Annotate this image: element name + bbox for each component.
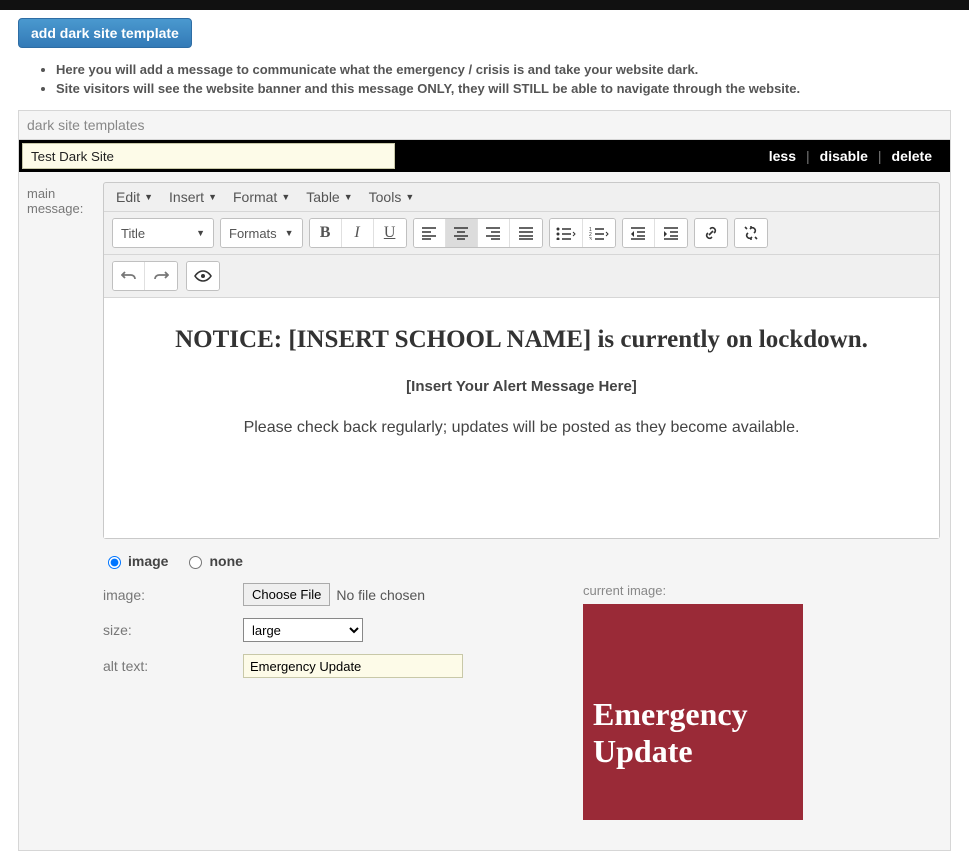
radio-none[interactable]: none (184, 553, 242, 569)
preview-button[interactable] (187, 262, 219, 290)
align-right-button[interactable] (478, 219, 510, 247)
caret-down-icon: ▼ (285, 228, 294, 238)
caret-down-icon: ▼ (281, 192, 290, 202)
bold-icon: B (320, 224, 331, 242)
add-dark-site-template-button[interactable]: add dark site template (18, 18, 192, 48)
link-icon (703, 225, 719, 241)
editor-menubar: Edit▼ Insert▼ Format▼ Table▼ Tools▼ (104, 183, 939, 212)
panel-title: dark site templates (19, 111, 950, 140)
align-justify-icon (518, 226, 534, 240)
caret-down-icon: ▼ (405, 192, 414, 202)
choose-file-button[interactable]: Choose File (243, 583, 330, 606)
bold-button[interactable]: B (310, 219, 342, 247)
undo-icon (121, 269, 137, 283)
menu-edit[interactable]: Edit▼ (116, 189, 153, 205)
alt-text-label: alt text: (103, 654, 243, 674)
current-image-preview: Emergency Update (583, 604, 803, 820)
underline-button[interactable]: U (374, 219, 406, 247)
align-left-icon (421, 226, 437, 240)
undo-button[interactable] (113, 262, 145, 290)
align-right-icon (485, 226, 501, 240)
caret-down-icon: ▼ (208, 192, 217, 202)
formats-select[interactable]: Formats▼ (221, 219, 302, 247)
menu-insert[interactable]: Insert▼ (169, 189, 217, 205)
underline-icon: U (384, 224, 396, 242)
editor-toolbar: Title▼ Formats▼ B I U (104, 212, 939, 255)
editor-toolbar-secondary (104, 255, 939, 298)
indent-icon (663, 226, 679, 240)
disable-link[interactable]: disable (810, 148, 878, 164)
delete-link[interactable]: delete (882, 148, 942, 164)
editor-content-area[interactable]: NOTICE: [INSERT SCHOOL NAME] is currentl… (104, 298, 939, 538)
menu-table[interactable]: Table▼ (306, 189, 352, 205)
redo-icon (153, 269, 169, 283)
menu-format[interactable]: Format▼ (233, 189, 290, 205)
radio-image-input[interactable] (108, 556, 121, 569)
file-status-text: No file chosen (336, 587, 425, 603)
align-center-button[interactable] (446, 219, 478, 247)
alt-text-input[interactable] (243, 654, 463, 678)
templates-panel: dark site templates less | disable | del… (18, 110, 951, 851)
bullet-list-button[interactable] (550, 219, 583, 247)
rich-text-editor: Edit▼ Insert▼ Format▼ Table▼ Tools▼ Titl… (103, 182, 940, 539)
image-mode-radio-group: image none (103, 549, 940, 573)
editor-subheading: [Insert Your Alert Message Here] (130, 378, 913, 395)
bullet-list-icon (556, 226, 576, 240)
menu-tools[interactable]: Tools▼ (369, 189, 415, 205)
block-format-select[interactable]: Title▼ (113, 219, 213, 247)
caret-down-icon: ▼ (196, 228, 205, 238)
size-label: size: (103, 618, 243, 638)
size-select[interactable]: large (243, 618, 363, 642)
main-message-label: main message: (23, 182, 103, 539)
unlink-icon (743, 225, 759, 241)
caret-down-icon: ▼ (344, 192, 353, 202)
italic-button[interactable]: I (342, 219, 374, 247)
help-item: Site visitors will see the website banne… (56, 81, 951, 96)
italic-icon: I (354, 224, 359, 242)
help-item: Here you will add a message to communica… (56, 62, 951, 77)
redo-button[interactable] (145, 262, 177, 290)
radio-none-input[interactable] (189, 556, 202, 569)
numbered-list-icon: 123 (589, 226, 609, 240)
editor-heading: NOTICE: [INSERT SCHOOL NAME] is currentl… (130, 326, 913, 354)
help-text-list: Here you will add a message to communica… (40, 62, 951, 96)
numbered-list-button[interactable]: 123 (583, 219, 615, 247)
unlink-button[interactable] (735, 219, 767, 247)
radio-image[interactable]: image (103, 553, 168, 569)
current-image-label: current image: (583, 583, 940, 598)
template-name-input[interactable] (22, 143, 395, 169)
outdent-icon (630, 226, 646, 240)
top-black-bar (0, 0, 969, 10)
outdent-button[interactable] (623, 219, 655, 247)
indent-button[interactable] (655, 219, 687, 247)
link-button[interactable] (695, 219, 727, 247)
less-link[interactable]: less (759, 148, 806, 164)
eye-icon (194, 269, 212, 283)
preview-image-text: Emergency Update (593, 696, 803, 770)
align-justify-button[interactable] (510, 219, 542, 247)
template-header-bar: less | disable | delete (19, 140, 950, 172)
image-label: image: (103, 583, 243, 603)
svg-text:3: 3 (589, 237, 592, 240)
caret-down-icon: ▼ (144, 192, 153, 202)
align-left-button[interactable] (414, 219, 446, 247)
editor-paragraph: Please check back regularly; updates wil… (130, 419, 913, 437)
align-center-icon (453, 226, 469, 240)
